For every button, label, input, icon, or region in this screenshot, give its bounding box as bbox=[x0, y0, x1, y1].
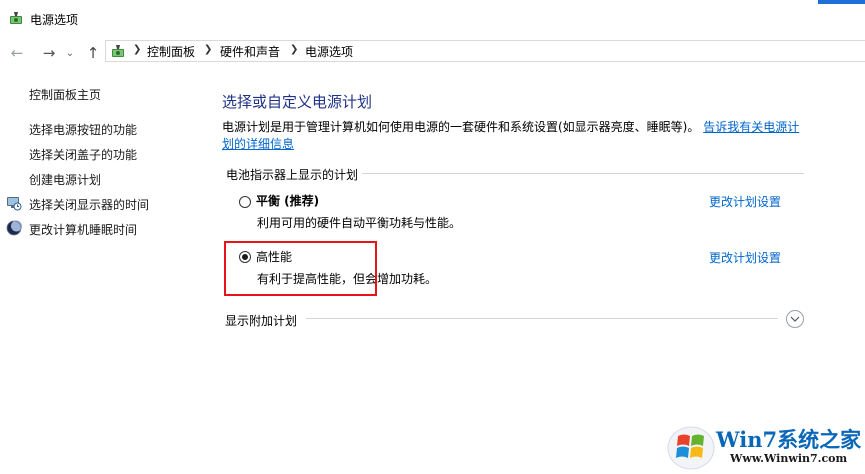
back-button[interactable]: ← bbox=[6, 38, 28, 68]
description-text: 电源计划是用于管理计算机如何使用电源的一套硬件和系统设置(如显示器亮度、睡眠等)… bbox=[222, 120, 700, 134]
forward-button[interactable]: → bbox=[38, 38, 60, 68]
balanced-plan-name[interactable]: 平衡 (推荐) bbox=[256, 192, 319, 209]
breadcrumb-item-hardware-sound[interactable]: 硬件和声音 bbox=[220, 43, 280, 60]
page-description: 电源计划是用于管理计算机如何使用电源的一套硬件和系统设置(如显示器亮度、睡眠等)… bbox=[222, 119, 802, 153]
arrow-left-icon: ← bbox=[10, 44, 24, 62]
expand-additional-plans-button[interactable] bbox=[786, 310, 804, 328]
balanced-plan-description: 利用可用的硬件自动平衡功耗与性能。 bbox=[257, 216, 462, 230]
show-additional-plans-label[interactable]: 显示附加计划 bbox=[225, 312, 297, 329]
sidebar-item-power-button[interactable]: 选择电源按钮的功能 bbox=[29, 121, 137, 138]
moon-icon bbox=[6, 220, 22, 236]
additional-plans-divider bbox=[306, 318, 778, 319]
recent-locations-button[interactable]: ⌄ bbox=[62, 38, 78, 68]
balanced-change-settings-link[interactable]: 更改计划设置 bbox=[709, 193, 781, 210]
breadcrumb-separator-icon[interactable]: ❯ bbox=[204, 44, 212, 55]
arrow-up-icon: ↑ bbox=[86, 44, 100, 62]
breadcrumb-separator-icon[interactable]: ❯ bbox=[133, 44, 141, 55]
power-options-icon bbox=[112, 45, 124, 57]
window-accent-bar bbox=[818, 0, 865, 4]
sidebar-item-create-plan[interactable]: 创建电源计划 bbox=[29, 171, 101, 188]
balanced-plan-radio[interactable] bbox=[239, 196, 251, 208]
breadcrumb-item-control-panel[interactable]: 控制面板 bbox=[147, 43, 195, 60]
chevron-down-icon bbox=[790, 316, 800, 322]
address-bar[interactable] bbox=[105, 40, 865, 62]
up-button[interactable]: ↑ bbox=[82, 38, 104, 68]
highlight-annotation-box bbox=[224, 241, 377, 296]
sidebar-home-link[interactable]: 控制面板主页 bbox=[29, 86, 101, 103]
sidebar-item-lid-close[interactable]: 选择关闭盖子的功能 bbox=[29, 146, 137, 163]
title-bar bbox=[0, 0, 865, 36]
page-title: 选择或自定义电源计划 bbox=[222, 93, 373, 111]
watermark-url: Www.Winwin7.com bbox=[730, 452, 848, 465]
window-title: 电源选项 bbox=[30, 13, 79, 27]
arrow-right-icon: → bbox=[42, 44, 56, 62]
power-options-icon bbox=[10, 12, 22, 24]
watermark-title: Win7系统之家 bbox=[716, 427, 862, 452]
sidebar-item-display-off[interactable]: 选择关闭显示器的时间 bbox=[29, 196, 149, 213]
breadcrumb-item-power-options[interactable]: 电源选项 bbox=[305, 43, 353, 60]
high-performance-change-settings-link[interactable]: 更改计划设置 bbox=[709, 249, 781, 266]
sidebar-item-sleep-time[interactable]: 更改计算机睡眠时间 bbox=[29, 221, 137, 238]
group-divider bbox=[362, 173, 804, 174]
breadcrumb-separator-icon[interactable]: ❯ bbox=[290, 44, 298, 55]
chevron-down-icon: ⌄ bbox=[65, 47, 75, 59]
monitor-clock-icon bbox=[7, 197, 22, 211]
windows-logo-icon bbox=[667, 426, 715, 470]
plan-group-label: 电池指示器上显示的计划 bbox=[226, 168, 359, 182]
